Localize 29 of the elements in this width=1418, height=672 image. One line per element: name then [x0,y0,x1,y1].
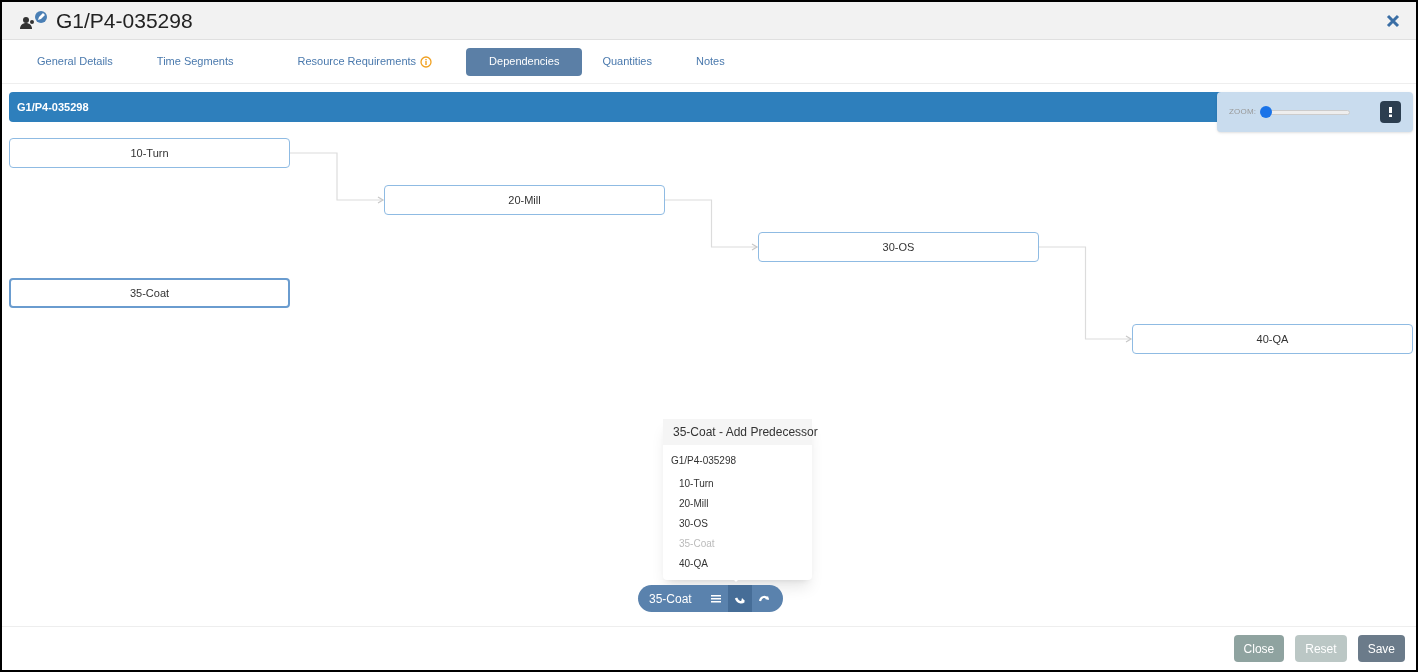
task-node[interactable]: 40-QA [1132,324,1413,354]
menu-item[interactable]: 20-Mill [671,496,804,512]
close-icon[interactable] [1386,13,1400,28]
action-button[interactable]: Save [1357,635,1405,662]
tab[interactable]: Resource Requirements [282,47,448,76]
user-edit-icon [18,9,48,32]
group-title: G1/P4-035298 [17,99,89,115]
window-title: G1/P4-035298 [56,7,193,34]
tab[interactable]: Quantities [587,47,667,76]
menu-group-label: G1/P4-035298 [671,454,738,468]
tab[interactable]: Time Segments [141,47,249,76]
more-icon [1389,107,1392,117]
task-node[interactable]: 20-Mill [384,185,665,215]
node-label: 35-Coat [649,590,692,608]
task-node[interactable]: 35-Coat [9,278,290,308]
action-button[interactable]: Close [1233,635,1285,662]
task-node[interactable]: 10-Turn [9,138,290,168]
menu-item[interactable]: 30-OS [671,516,804,532]
menu-title: 35-Coat - Add Predecessor [673,424,818,441]
zoom-label: ZOOM: [1229,106,1257,118]
list-icon [709,592,722,605]
menu-item[interactable]: 10-Turn [671,476,804,492]
menu-item[interactable]: 40-QA [671,556,804,572]
tab[interactable]: General Details [22,47,128,76]
arrow-button[interactable] [727,585,752,612]
more-button[interactable] [1380,101,1401,123]
tab[interactable]: Notes [680,47,740,76]
tab[interactable]: Dependencies [466,47,583,76]
task-node[interactable]: 30-OS [758,232,1039,262]
